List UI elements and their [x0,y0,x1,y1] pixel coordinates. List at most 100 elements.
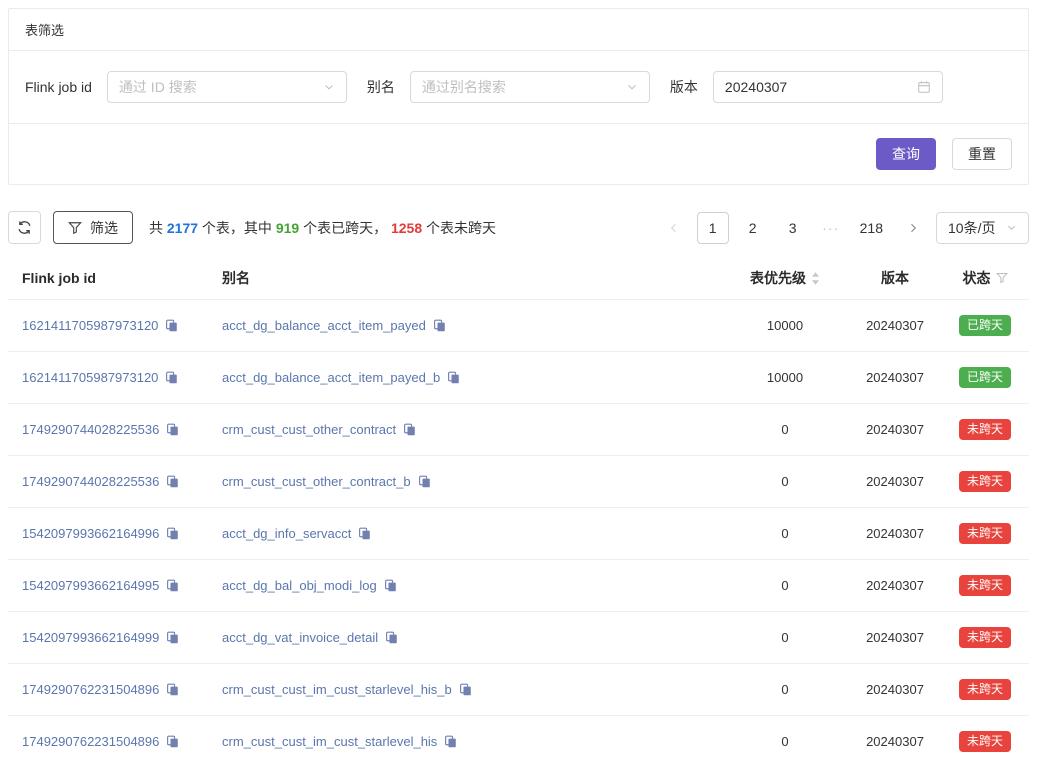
chevron-left-icon [668,222,680,234]
alias-link[interactable]: acct_dg_info_servacct [222,526,351,541]
priority-cell: 0 [721,508,849,560]
page-2-button[interactable]: 2 [737,212,769,244]
version-date-picker[interactable] [713,71,943,103]
column-header-priority[interactable]: 表优先级 [721,257,849,300]
table-row: 1749290744028225536 crm_cust_cust_other_… [8,404,1029,456]
status-badge: 已跨天 [959,367,1011,388]
alias-link[interactable]: crm_cust_cust_other_contract_b [222,474,411,489]
version-date-input[interactable] [725,79,917,95]
job-id-link[interactable]: 1749290744028225536 [22,422,159,437]
job-id-label: Flink job id [25,79,92,95]
job-id-link[interactable]: 1542097993662164995 [22,578,159,593]
chevron-right-icon [907,222,919,234]
copy-icon[interactable] [385,631,398,644]
copy-icon[interactable] [166,475,179,488]
summary-part: 个表，其中 [198,220,276,236]
calendar-icon [917,80,931,94]
priority-cell: 10000 [721,352,849,404]
job-id-link[interactable]: 1749290744028225536 [22,474,159,489]
refresh-icon [17,220,32,235]
alias-link[interactable]: crm_cust_cust_im_cust_starlevel_his_b [222,682,452,697]
copy-icon[interactable] [403,423,416,436]
chevron-down-icon [323,81,335,93]
column-filter-funnel-icon[interactable] [996,272,1008,284]
chevron-down-icon [1006,222,1017,233]
column-header-status[interactable]: 状态 [941,257,1029,300]
copy-icon[interactable] [165,319,178,332]
copy-icon[interactable] [166,683,179,696]
job-id-link[interactable]: 1749290762231504896 [22,734,159,749]
sorter-icon[interactable] [811,272,820,285]
column-header-priority-label: 表优先级 [750,268,806,288]
page-1-button[interactable]: 1 [697,212,729,244]
funnel-icon [68,221,82,235]
chevron-down-icon [626,81,638,93]
copy-icon[interactable] [166,527,179,540]
page-3-button[interactable]: 3 [777,212,809,244]
page-ellipsis[interactable]: ··· [817,220,845,236]
table-header: Flink job id 别名 表优先级 版本 状态 [8,257,1029,300]
copy-icon[interactable] [459,683,472,696]
filter-panel-title: 表筛选 [25,23,64,38]
copy-icon[interactable] [384,579,397,592]
copy-icon[interactable] [165,371,178,384]
alias-select[interactable]: 通过别名搜索 [410,71,650,103]
copy-icon[interactable] [166,735,179,748]
filter-panel-header: 表筛选 [9,9,1028,51]
status-badge: 未跨天 [959,419,1011,440]
copy-icon[interactable] [166,579,179,592]
priority-cell: 0 [721,664,849,716]
copy-icon[interactable] [358,527,371,540]
table-row: 1749290744028225536 crm_cust_cust_other_… [8,456,1029,508]
toolbar: 筛选 共 2177 个表，其中 919 个表已跨天， 1258 个表未跨天 1 … [8,211,1029,244]
filter-fields-row: Flink job id 通过 ID 搜索 别名 通过别名搜索 [9,51,1028,124]
version-cell: 20240307 [849,352,941,404]
filter-button-label: 筛选 [90,218,118,238]
priority-cell: 0 [721,560,849,612]
alias-link[interactable]: acct_dg_balance_acct_item_payed [222,318,426,333]
copy-icon[interactable] [447,371,460,384]
column-header-job-id: Flink job id [8,257,208,300]
query-button[interactable]: 查询 [876,138,936,170]
summary-total-count: 2177 [167,220,198,236]
reset-button[interactable]: 重置 [952,138,1012,170]
status-badge: 已跨天 [959,315,1011,336]
filter-button[interactable]: 筛选 [53,211,133,244]
alias-link[interactable]: crm_cust_cust_other_contract [222,422,396,437]
version-cell: 20240307 [849,560,941,612]
copy-icon[interactable] [444,735,457,748]
copy-icon[interactable] [418,475,431,488]
copy-icon[interactable] [166,631,179,644]
alias-link[interactable]: acct_dg_vat_invoice_detail [222,630,378,645]
version-cell: 20240307 [849,456,941,508]
next-page-button[interactable] [898,212,928,244]
table-row: 1542097993662164996 acct_dg_info_servacc… [8,508,1029,560]
version-label: 版本 [670,77,698,97]
copy-icon[interactable] [433,319,446,332]
status-badge: 未跨天 [959,679,1011,700]
refresh-button[interactable] [8,211,41,244]
version-cell: 20240307 [849,664,941,716]
alias-link[interactable]: acct_dg_balance_acct_item_payed_b [222,370,440,385]
summary-text: 共 2177 个表，其中 919 个表已跨天， 1258 个表未跨天 [149,218,496,238]
alias-link[interactable]: crm_cust_cust_im_cust_starlevel_his [222,734,437,749]
job-id-link[interactable]: 1542097993662164999 [22,630,159,645]
job-id-link[interactable]: 1749290762231504896 [22,682,159,697]
page-size-select[interactable]: 10条/页 [936,212,1029,244]
page-last-button[interactable]: 218 [853,212,890,244]
alias-placeholder: 通过别名搜索 [422,77,506,97]
table-row: 1542097993662164995 acct_dg_bal_obj_modi… [8,560,1029,612]
table-row: 1542097993662164999 acct_dg_vat_invoice_… [8,612,1029,664]
page-size-label: 10条/页 [948,218,995,238]
column-header-status-label: 状态 [963,268,991,288]
job-id-select[interactable]: 通过 ID 搜索 [107,71,347,103]
job-id-link[interactable]: 1621411705987973120 [22,318,158,333]
alias-link[interactable]: acct_dg_bal_obj_modi_log [222,578,377,593]
job-id-link[interactable]: 1621411705987973120 [22,370,158,385]
version-field: 版本 [670,71,943,103]
table-row: 1749290762231504896 crm_cust_cust_im_cus… [8,664,1029,716]
copy-icon[interactable] [166,423,179,436]
job-id-link[interactable]: 1542097993662164996 [22,526,159,541]
prev-page-button[interactable] [659,212,689,244]
summary-part: 共 [149,220,167,236]
